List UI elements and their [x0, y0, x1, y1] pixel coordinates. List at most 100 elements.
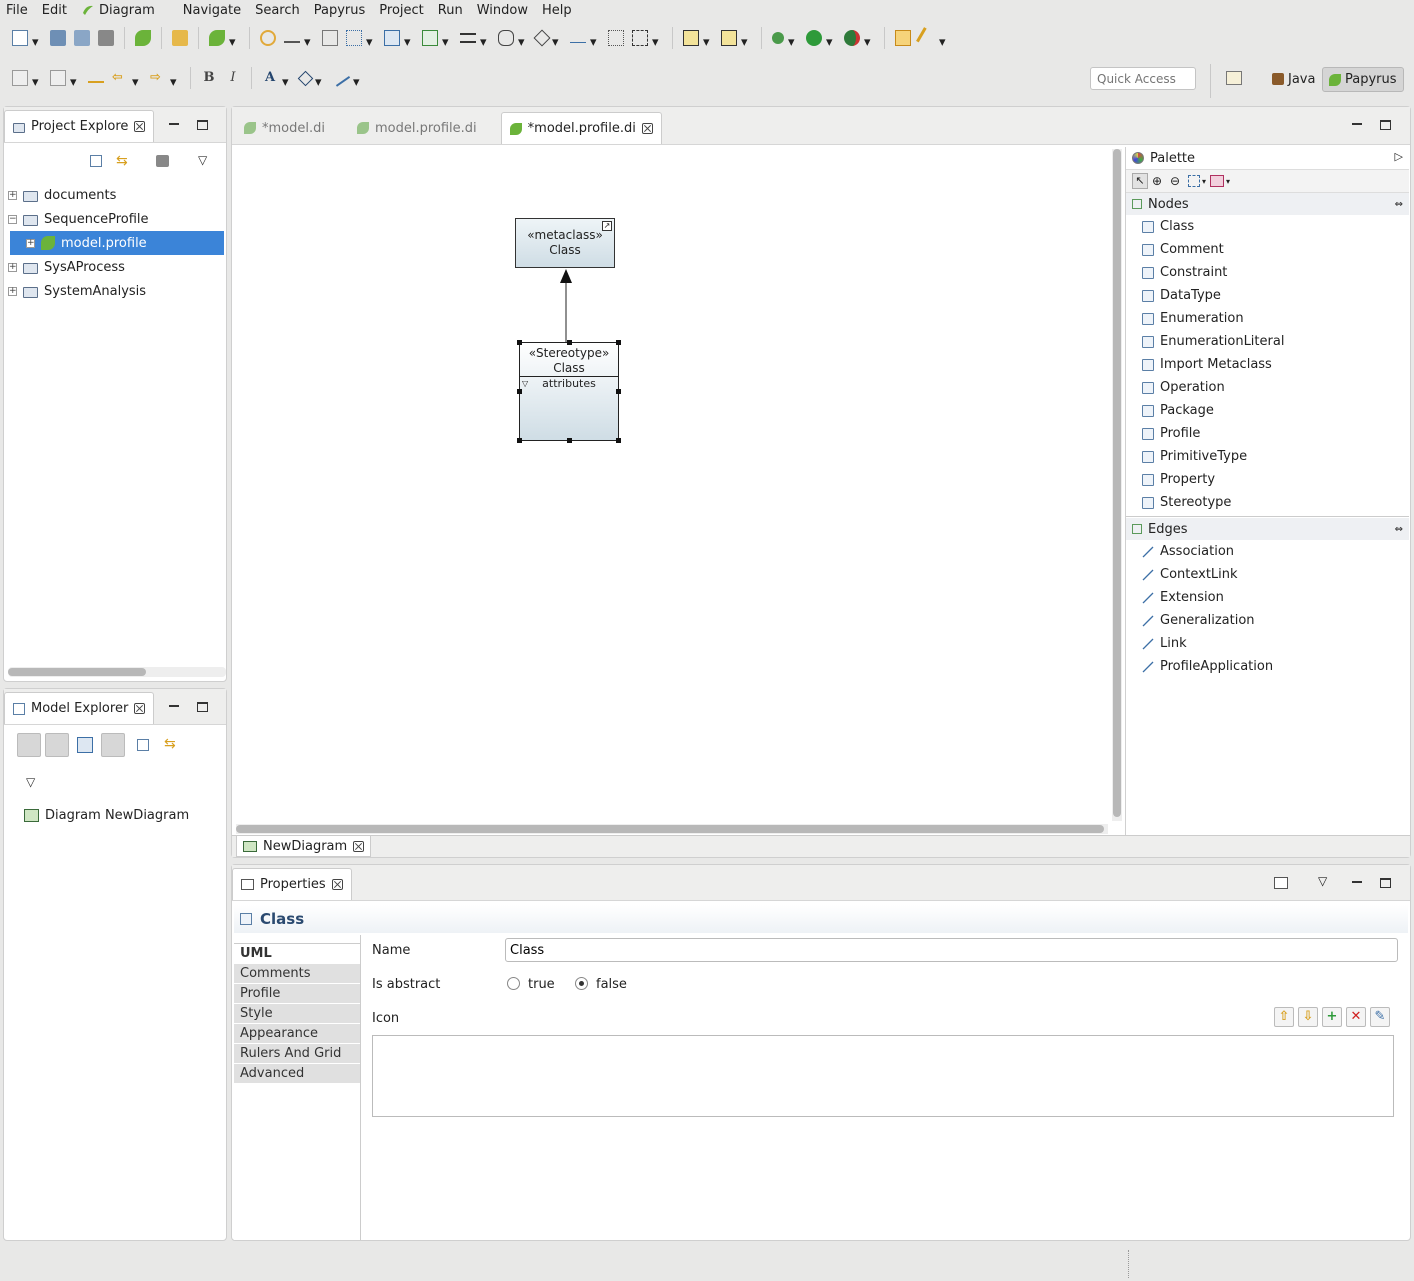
close-icon[interactable] — [134, 121, 146, 132]
minimize-button[interactable] — [169, 123, 179, 125]
tree-item-sysaprocess[interactable]: + SysAProcess — [8, 255, 226, 279]
chevron-down-icon[interactable]: ▾ — [939, 35, 947, 50]
maximize-button[interactable] — [1380, 120, 1391, 130]
minimize-button[interactable] — [169, 705, 179, 707]
palette-item-class[interactable]: Class — [1126, 215, 1409, 238]
forward-icon[interactable]: ⇨ — [150, 70, 166, 86]
calendar-icon[interactable] — [721, 30, 737, 46]
arrange-icon[interactable] — [533, 29, 551, 47]
papyrus-icon[interactable] — [135, 30, 151, 46]
scrollbar-thumb[interactable] — [236, 825, 1104, 833]
tree-item-sequenceprofile[interactable]: − SequenceProfile — [8, 207, 226, 231]
chevron-down-icon[interactable]: ▾ — [304, 35, 312, 50]
chevron-down-icon[interactable]: ▾ — [552, 35, 560, 50]
palette-item-comment[interactable]: Comment — [1126, 238, 1409, 261]
chevron-down-icon[interactable]: ▾ — [518, 35, 526, 50]
tab-model-di[interactable]: *model.di — [236, 112, 333, 144]
perspective-java[interactable]: Java — [1266, 67, 1321, 91]
name-field[interactable] — [505, 938, 1398, 962]
font-color-button[interactable]: A — [262, 70, 278, 86]
chevron-down-icon[interactable]: ▾ — [442, 35, 450, 50]
scrollbar-thumb[interactable] — [8, 668, 146, 676]
horizontal-scrollbar[interactable] — [8, 667, 226, 677]
radio-false[interactable] — [575, 977, 588, 990]
pin-drawer-icon[interactable]: ⇔ — [1395, 199, 1403, 210]
selection-handle[interactable] — [517, 389, 522, 394]
canvas-horizontal-scrollbar[interactable] — [236, 824, 1108, 834]
snap-icon[interactable] — [608, 30, 624, 46]
chevron-down-icon[interactable]: ▾ — [366, 35, 374, 50]
zoom-out-icon[interactable]: ⊖ — [1170, 174, 1184, 188]
selection-handle[interactable] — [517, 438, 522, 443]
view-menu-icon[interactable]: ▽ — [26, 775, 35, 789]
move-down-button[interactable]: ⇩ — [1298, 1007, 1318, 1027]
chevron-down-icon[interactable]: ▾ — [315, 75, 323, 90]
palette-edges-header[interactable]: Edges ⇔ — [1126, 518, 1409, 540]
move-up-button[interactable]: ⇧ — [1274, 1007, 1294, 1027]
menu-edit[interactable]: Edit — [42, 3, 67, 18]
new-icon[interactable] — [12, 30, 28, 46]
selection-handle[interactable] — [567, 340, 572, 345]
tab-style[interactable]: Style — [234, 1004, 360, 1024]
menu-project[interactable]: Project — [379, 3, 423, 18]
list-view-icon[interactable] — [17, 733, 41, 757]
palette-item-import-metaclass[interactable]: Import Metaclass — [1126, 353, 1409, 376]
selection-handle[interactable] — [616, 340, 621, 345]
expand-icon[interactable]: + — [26, 238, 35, 248]
selection-handle[interactable] — [567, 438, 572, 443]
palette-item-enumerationliteral[interactable]: EnumerationLiteral — [1126, 330, 1409, 353]
palette-item-association[interactable]: Association — [1126, 540, 1409, 563]
chevron-down-icon[interactable]: ▾ — [282, 75, 290, 90]
is-abstract-true[interactable]: true — [507, 975, 555, 992]
arrow-right-icon[interactable] — [284, 34, 300, 43]
run-icon[interactable] — [806, 30, 822, 46]
chevron-down-icon[interactable]: ▾ — [132, 75, 140, 90]
save-icon[interactable] — [50, 30, 66, 46]
chevron-down-icon[interactable]: ▾ — [741, 35, 749, 50]
palette-item-package[interactable]: Package — [1126, 399, 1409, 422]
expand-icon[interactable]: + — [8, 190, 17, 200]
chevron-down-icon[interactable]: ▾ — [1226, 177, 1230, 186]
tab-comments[interactable]: Comments — [234, 964, 360, 984]
copy-format-icon[interactable] — [322, 30, 338, 46]
zoom-in-icon[interactable]: ⊕ — [1152, 174, 1166, 188]
chevron-down-icon[interactable]: ▾ — [404, 35, 412, 50]
metaclass-node[interactable]: «metaclass» Class ↗ — [515, 218, 615, 268]
close-icon[interactable] — [353, 840, 365, 852]
debug-icon[interactable] — [772, 32, 784, 44]
collapse-all-icon[interactable] — [90, 155, 102, 167]
palette-nodes-header[interactable]: Nodes ⇔ — [1126, 193, 1409, 215]
edit-button[interactable]: ✎ — [1370, 1007, 1390, 1027]
chevron-down-icon[interactable]: ▾ — [32, 35, 40, 50]
align-icon[interactable] — [384, 30, 400, 46]
minimize-button[interactable] — [1352, 881, 1362, 883]
chevron-down-icon[interactable]: ▾ — [788, 35, 796, 50]
tab-appearance[interactable]: Appearance — [234, 1024, 360, 1044]
pin-drawer-icon[interactable]: ⇔ — [1395, 524, 1403, 535]
close-icon[interactable] — [331, 879, 343, 890]
tree-item-systemanalysis[interactable]: + SystemAnalysis — [8, 279, 226, 303]
minimize-button[interactable] — [1352, 123, 1362, 125]
expand-icon[interactable]: + — [8, 262, 17, 272]
italic-button[interactable]: I — [225, 70, 241, 86]
text-align-icon[interactable] — [460, 33, 476, 43]
palette-item-contextlink[interactable]: ContextLink — [1126, 563, 1409, 586]
chevron-down-icon[interactable]: ▾ — [353, 75, 361, 90]
tab-rulers-and-grid[interactable]: Rulers And Grid — [234, 1044, 360, 1064]
expand-icon[interactable]: + — [8, 286, 17, 296]
maximize-button[interactable] — [197, 120, 208, 130]
diagram-canvas[interactable]: «metaclass» Class ↗ «Stereotype» Class ▽… — [234, 147, 1110, 827]
edit-icon[interactable] — [77, 737, 93, 753]
palette-item-enumeration[interactable]: Enumeration — [1126, 307, 1409, 330]
last-edit-icon[interactable] — [88, 74, 104, 83]
refresh-icon[interactable] — [260, 30, 276, 46]
palette-item-datatype[interactable]: DataType — [1126, 284, 1409, 307]
maximize-button[interactable] — [1380, 878, 1391, 888]
menu-navigate[interactable]: Navigate — [183, 3, 241, 18]
pin-icon[interactable] — [916, 27, 938, 49]
tab-model-profile-di-active[interactable]: *model.profile.di — [500, 112, 662, 144]
collapse-triangle-icon[interactable]: ▽ — [522, 377, 528, 390]
palette-item-property[interactable]: Property — [1126, 468, 1409, 491]
collapse-icon[interactable]: − — [8, 214, 17, 224]
view-menu-icon[interactable]: ▽ — [198, 153, 207, 167]
